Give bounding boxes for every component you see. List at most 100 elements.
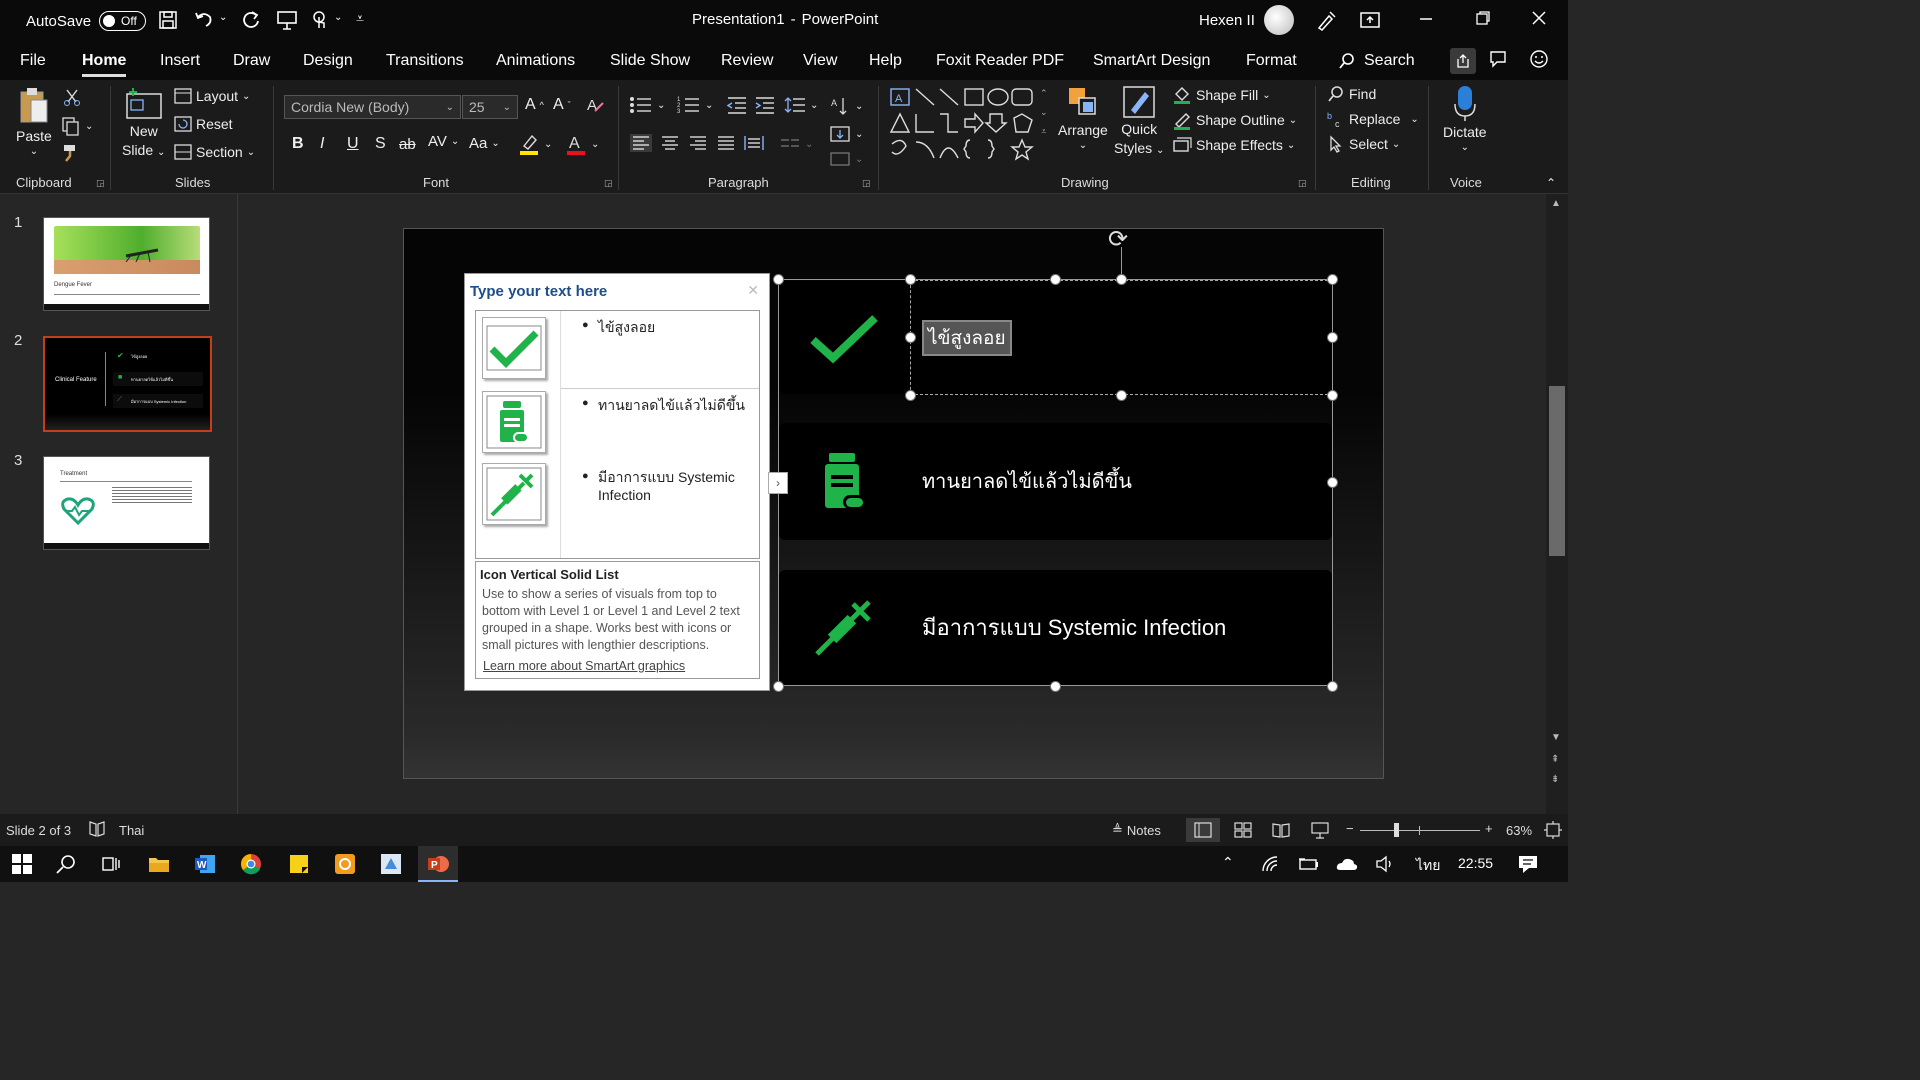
reading-view-icon[interactable]	[1272, 822, 1290, 841]
tab-draw[interactable]: Draw	[233, 52, 270, 70]
language-indicator[interactable]: Thai	[119, 823, 144, 838]
shape-effects-button[interactable]: Shape Effects ⌄	[1172, 135, 1295, 155]
feedback-smiley-icon[interactable]	[1529, 49, 1549, 74]
resize-handle[interactable]	[773, 274, 784, 285]
paragraph-launcher-icon[interactable]: ◲	[862, 178, 871, 189]
select-button[interactable]: Select ⌄	[1327, 135, 1400, 153]
windows-start-icon[interactable]	[12, 854, 32, 879]
close-icon[interactable]: ✕	[747, 282, 759, 299]
ribbon-display-icon[interactable]	[1359, 9, 1381, 31]
resize-handle[interactable]	[905, 274, 916, 285]
tab-format[interactable]: Format	[1246, 52, 1297, 70]
change-case-button[interactable]: Aa ⌄	[469, 135, 500, 152]
battery-icon[interactable]	[1297, 855, 1319, 878]
user-name[interactable]: Hexen II	[1199, 12, 1255, 29]
increase-indent-icon[interactable]	[754, 96, 776, 114]
numbering-icon[interactable]: 1 2 3 ⌄	[677, 96, 713, 114]
input-language[interactable]: ไทย	[1416, 855, 1440, 877]
learn-more-link[interactable]: Learn more about SmartArt graphics	[483, 659, 685, 673]
bullets-icon[interactable]: ⌄	[629, 96, 665, 114]
resize-handle[interactable]	[1327, 477, 1338, 488]
collapse-ribbon-icon[interactable]: ⌃	[1546, 176, 1556, 190]
font-color-icon[interactable]: A ⌄	[565, 132, 599, 156]
grow-font-icon[interactable]: A ^	[525, 96, 544, 114]
zoom-slider[interactable]	[1360, 830, 1480, 831]
align-left-icon[interactable]	[630, 134, 652, 152]
resize-handle[interactable]	[1327, 681, 1338, 692]
text-direction-icon[interactable]: A ⌄	[829, 96, 863, 116]
resize-handle[interactable]	[1327, 332, 1338, 343]
underline-button[interactable]: U	[347, 135, 359, 153]
next-slide-icon[interactable]: ⇟	[1551, 774, 1559, 785]
tab-help[interactable]: Help	[869, 52, 902, 70]
arrange-button[interactable]: Arrange ⌄	[1058, 84, 1108, 151]
shapes-gallery[interactable]: A	[888, 86, 1036, 164]
fit-slide-icon[interactable]	[1543, 820, 1563, 843]
tab-smartart-design[interactable]: SmartArt Design	[1093, 52, 1210, 70]
bold-button[interactable]: B	[292, 135, 304, 153]
slide-thumbnail-2[interactable]: Clinical Feature ✔ ไข้สูงลอย ■ ทานยาลดไข้แ…	[43, 336, 212, 432]
tab-view[interactable]: View	[803, 52, 837, 70]
copy-icon[interactable]: ⌄	[61, 116, 93, 136]
notifications-icon[interactable]	[1517, 854, 1539, 879]
font-launcher-icon[interactable]: ◲	[604, 178, 613, 189]
resize-handle[interactable]	[1050, 274, 1061, 285]
undo-dropdown-icon[interactable]: ⌄	[219, 12, 227, 23]
strikethrough-button[interactable]: ab	[399, 136, 416, 153]
tab-review[interactable]: Review	[721, 52, 773, 70]
touch-mode-icon[interactable]	[309, 9, 331, 31]
resize-handle[interactable]	[1116, 390, 1127, 401]
save-icon[interactable]	[157, 9, 179, 31]
reset-button[interactable]: Reset	[174, 116, 233, 132]
powerpoint-taskbar-button[interactable]: P	[418, 846, 458, 882]
align-text-icon[interactable]: ⌄	[829, 124, 863, 144]
scroll-thumb[interactable]	[1549, 386, 1565, 556]
close-icon[interactable]	[1531, 10, 1547, 26]
justify-icon[interactable]	[715, 134, 737, 152]
slide-thumbnail-1[interactable]: Dengue Fever	[43, 217, 210, 311]
paste-button[interactable]: Paste ⌄	[16, 86, 52, 157]
autosave-control[interactable]: AutoSave Off	[26, 11, 146, 31]
zoom-in-icon[interactable]: +	[1485, 821, 1493, 836]
resize-handle[interactable]	[1327, 274, 1338, 285]
layout-button[interactable]: Layout ⌄	[174, 88, 250, 104]
minimize-icon[interactable]	[1418, 10, 1434, 26]
tab-design[interactable]: Design	[303, 52, 353, 70]
format-painter-icon[interactable]	[61, 142, 81, 162]
icon-slot-3[interactable]	[482, 463, 546, 525]
tab-slide-show[interactable]: Slide Show	[610, 52, 690, 70]
new-slide-button[interactable]: New Slide ⌄	[122, 86, 165, 162]
convert-smartart-icon[interactable]: ⌄	[829, 150, 863, 168]
dictate-button[interactable]: Dictate ⌄	[1443, 84, 1487, 153]
touch-dropdown-icon[interactable]: ⌄	[334, 12, 342, 23]
line-spacing-icon[interactable]: ⌄	[784, 96, 818, 114]
search-icon[interactable]	[56, 854, 76, 879]
tab-foxit[interactable]: Foxit Reader PDF	[936, 52, 1064, 70]
clear-format-icon[interactable]: A	[585, 95, 605, 115]
character-spacing-button[interactable]: AV ⌄	[428, 133, 459, 150]
section-button[interactable]: Section ⌄	[174, 144, 255, 160]
icon-slot-1[interactable]	[482, 317, 546, 379]
slide-sorter-icon[interactable]	[1234, 822, 1252, 841]
highlight-color-icon[interactable]: ⌄	[518, 132, 552, 156]
font-size-combo[interactable]: 25 ⌄	[462, 95, 518, 119]
columns-icon[interactable]	[743, 134, 765, 152]
app-orange-icon[interactable]	[334, 853, 356, 880]
resize-handle[interactable]	[1050, 681, 1061, 692]
text-pane-toggle-icon[interactable]: ›	[768, 472, 788, 494]
scroll-down-icon[interactable]: ▼	[1551, 732, 1561, 743]
share-icon[interactable]	[1450, 48, 1476, 74]
font-name-combo[interactable]: Cordia New (Body) ⌄	[284, 95, 461, 119]
chevron-up-icon[interactable]: ⌃	[1222, 854, 1234, 871]
sticky-notes-icon[interactable]	[288, 853, 310, 880]
align-right-icon[interactable]	[687, 134, 709, 152]
shape-fill-button[interactable]: Shape Fill ⌄	[1172, 85, 1271, 105]
word-icon[interactable]: W	[194, 853, 216, 880]
undo-icon[interactable]	[193, 9, 215, 31]
redo-icon[interactable]	[240, 9, 262, 31]
task-view-icon[interactable]	[100, 854, 120, 879]
wifi-icon[interactable]	[1261, 855, 1281, 878]
replace-button[interactable]: b c Replace ⌄	[1327, 110, 1419, 128]
clock[interactable]: 22:55	[1458, 855, 1493, 871]
accessibility-icon[interactable]	[88, 820, 106, 841]
